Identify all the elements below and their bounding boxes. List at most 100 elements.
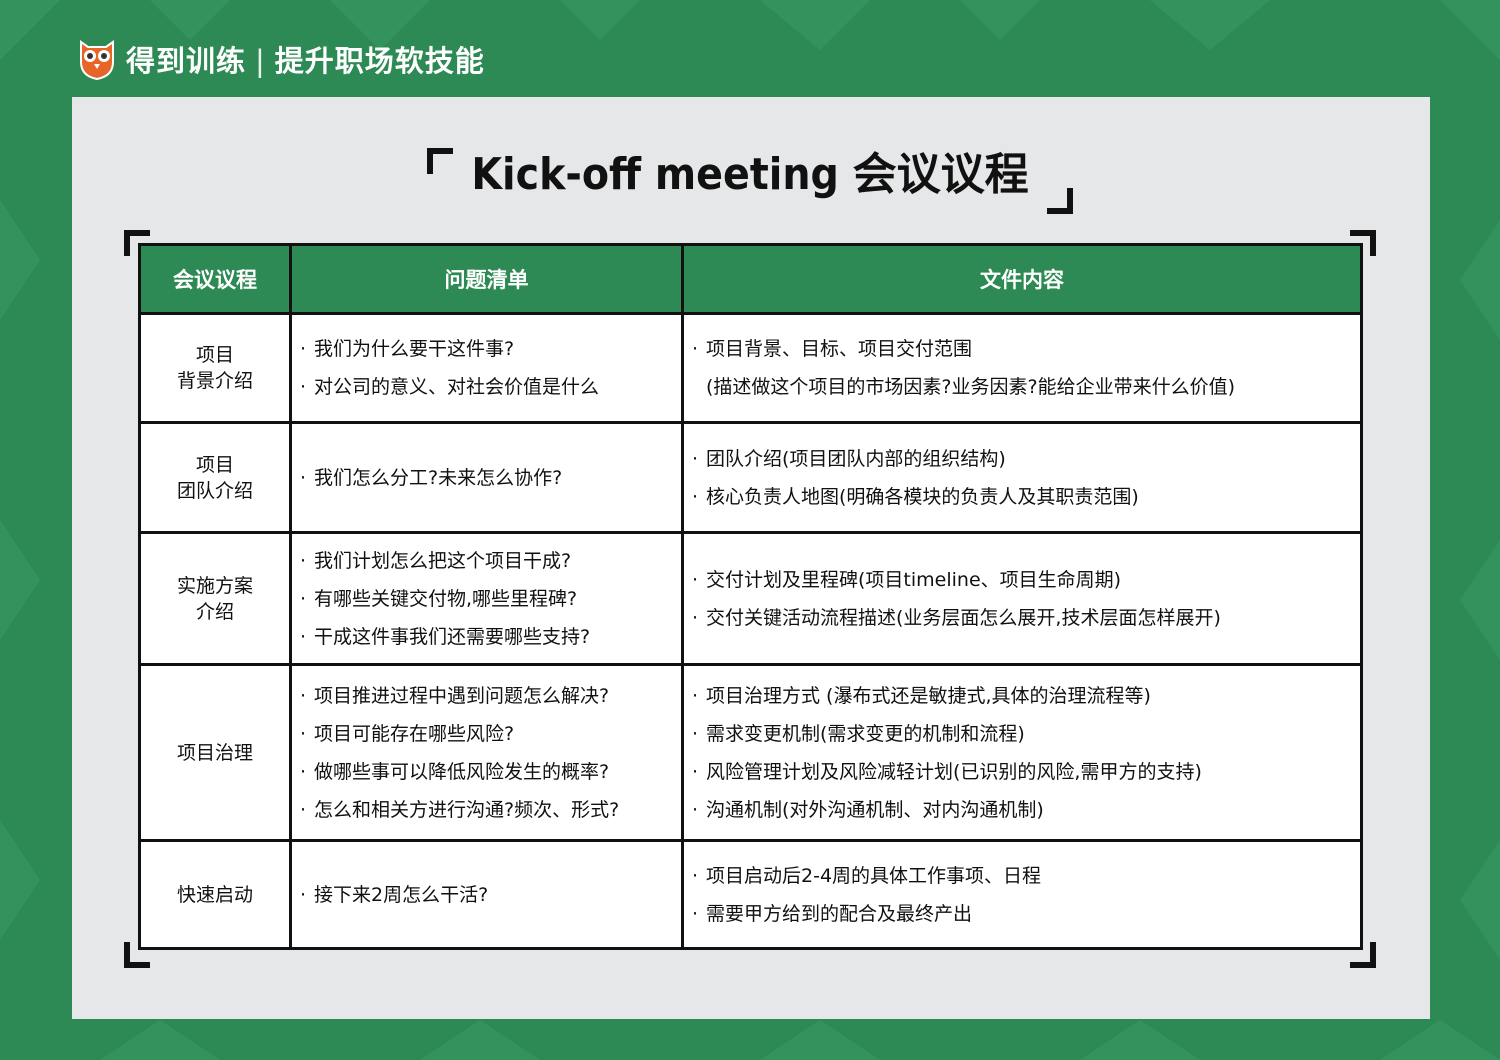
bullet: · <box>300 466 307 489</box>
bullet: · <box>692 684 699 707</box>
agenda-label: 快速启动 <box>176 883 253 906</box>
questions-cell: · 项目推进过程中遇到问题怎么解决? · 项目可能存在哪些风险? · 做哪些事可以降低风险… <box>289 663 684 842</box>
question-text: 做哪些事可以降低风险发生的概率? <box>314 760 610 783</box>
file-item: · 团队介绍(项目团队内部的组织结构) <box>692 440 1360 478</box>
file-item: · 项目治理方式 (瀑布式还是敏捷式,具体的治理流程等) <box>692 677 1360 715</box>
bullet: · <box>692 798 699 821</box>
file-item: · 需求变更机制(需求变更的机制和流程) <box>692 715 1360 753</box>
files-cell: · 项目治理方式 (瀑布式还是敏捷式,具体的治理流程等) · 需求变更机制(需求变更的… <box>681 663 1363 842</box>
file-text: 项目背景、目标、项目交付范围 <box>706 338 973 360</box>
files-cell: · 团队介绍(项目团队内部的组织结构) · 核心负责人地图(明确各模块的负责人及其职责… <box>681 421 1363 534</box>
question-text: 有哪些关键交付物,哪些里程碑? <box>314 587 578 610</box>
file-item: · 项目启动后2-4周的具体工作事项、日程 <box>692 857 1360 895</box>
file-text: 核心负责人地图(明确各模块的负责人及其职责范围) <box>706 485 1139 508</box>
question-text: 我们为什么要干这件事? <box>314 338 515 360</box>
file-item: · 需要甲方给到的配合及最终产出 <box>692 895 1360 933</box>
brand-separator: | <box>255 44 266 78</box>
agenda-label: 实施方案 <box>176 574 253 597</box>
bullet: · <box>300 587 307 610</box>
file-text: 项目启动后2-4周的具体工作事项、日程 <box>706 864 1042 887</box>
question-item: · 对公司的意义、对社会价值是什么 <box>300 368 681 406</box>
bullet: · <box>692 760 699 783</box>
questions-cell: · 我们为什么要干这件事? · 对公司的意义、对社会价值是什么 <box>289 312 684 424</box>
question-text: 怎么和相关方进行沟通?频次、形式? <box>314 798 620 821</box>
file-text: 风险管理计划及风险减轻计划(已识别的风险,需甲方的支持) <box>706 760 1202 783</box>
file-text: 交付关键活动流程描述(业务层面怎么展开,技术层面怎样展开) <box>706 606 1221 629</box>
brand-text: 得到训练 | 提升职场软技能 <box>126 38 485 80</box>
file-text: 需求变更机制(需求变更的机制和流程) <box>706 722 1025 745</box>
question-item: · 我们怎么分工?未来怎么协作? <box>300 459 681 497</box>
question-item: · 接下来2周怎么干活? <box>300 876 681 914</box>
table-row: 实施方案介绍 · 我们计划怎么把这个项目干成? · 有哪些关键交付物,哪些里程碑? · 干成… <box>138 531 1363 666</box>
question-item: · 干成这件事我们还需要哪些支持? <box>300 618 681 656</box>
question-item: · 怎么和相关方进行沟通?频次、形式? <box>300 791 681 829</box>
brand-slogan: 提升职场软技能 <box>274 44 485 78</box>
question-text: 接下来2周怎么干活? <box>314 883 489 906</box>
question-text: 我们计划怎么把这个项目干成? <box>314 549 572 572</box>
bullet: · <box>300 684 307 707</box>
brand-name: 得到训练 <box>126 44 247 78</box>
agenda-label: 背景介绍 <box>176 370 253 392</box>
bullet: · <box>692 606 699 629</box>
question-text: 项目可能存在哪些风险? <box>314 722 515 745</box>
question-item: · 有哪些关键交付物,哪些里程碑? <box>300 580 681 618</box>
file-item: · 项目背景、目标、项目交付范围 <box>692 330 1360 368</box>
agenda-cell: 项目 背景介绍 <box>138 312 292 424</box>
file-text: 项目治理方式 (瀑布式还是敏捷式,具体的治理流程等) <box>706 684 1151 707</box>
column-header-questions: 问题清单 <box>289 243 684 315</box>
bullet: · <box>300 883 307 906</box>
agenda-cell: 项目 团队介绍 <box>138 421 292 534</box>
file-text: 需要甲方给到的配合及最终产出 <box>706 902 973 925</box>
page-title-box: Kick-off meeting 会议议程 <box>427 140 1073 214</box>
file-item: · 沟通机制(对外沟通机制、对内沟通机制) <box>692 791 1360 829</box>
bullet: · <box>692 485 699 508</box>
question-item: · 我们计划怎么把这个项目干成? <box>300 542 681 580</box>
bullet: · <box>692 447 699 470</box>
questions-cell: · 我们怎么分工?未来怎么协作? <box>289 421 684 534</box>
title-bracket-right <box>1046 188 1073 214</box>
table-row: 项目治理 · 项目推进过程中遇到问题怎么解决? · 项目可能存在哪些风险? · 做哪些事可以… <box>138 663 1363 842</box>
question-text: 对公司的意义、对社会价值是什么 <box>314 376 600 398</box>
column-header-files: 文件内容 <box>681 243 1363 315</box>
bullet: · <box>300 760 307 783</box>
bullet: · <box>692 568 699 591</box>
agenda-table: 会议议程 问题清单 文件内容 项目 背景介绍 · 我们为什么要干这件事? · 对公司的意义… <box>138 243 1363 950</box>
file-item: · 风险管理计划及风险减轻计划(已识别的风险,需甲方的支持) <box>692 753 1360 791</box>
table-row: 快速启动 · 接下来2周怎么干活? · 项目启动后2-4周的具体工作事项、日程 · 需要甲方… <box>138 839 1363 950</box>
brand-header: 得到训练 | 提升职场软技能 <box>78 36 485 82</box>
agenda-label: 介绍 <box>195 600 234 623</box>
questions-cell: · 我们计划怎么把这个项目干成? · 有哪些关键交付物,哪些里程碑? · 干成这件事我们还… <box>289 531 684 666</box>
bullet: · <box>300 625 307 648</box>
agenda-cell: 快速启动 <box>138 839 292 950</box>
table-row: 项目背景介绍 · 我们为什么要干这件事? · 对公司的意义、对社会价值是什么 · 项目背景、… <box>138 312 1363 424</box>
question-item: · 项目可能存在哪些风险? <box>300 715 681 753</box>
bullet: · <box>300 338 307 360</box>
owl-logo-icon <box>80 40 114 80</box>
table-header-row: 会议议程 问题清单 文件内容 <box>138 243 1363 315</box>
title-bracket-left <box>427 148 454 174</box>
files-cell: · 项目背景、目标、项目交付范围 (描述做这个项目的市场因素?业务因素?能给企业带来… <box>681 312 1363 424</box>
bullet: · <box>692 338 699 360</box>
file-item: · 交付关键活动流程描述(业务层面怎么展开,技术层面怎样展开) <box>692 599 1360 637</box>
question-item: · 项目推进过程中遇到问题怎么解决? <box>300 677 681 715</box>
bullet: · <box>692 902 699 925</box>
bullet: · <box>300 376 307 398</box>
files-cell: · 项目启动后2-4周的具体工作事项、日程 · 需要甲方给到的配合及最终产出 <box>681 839 1363 950</box>
bullet: · <box>300 722 307 745</box>
bullet: · <box>300 549 307 572</box>
question-text: 我们怎么分工?未来怎么协作? <box>314 466 563 489</box>
agenda-label: 项目治理 <box>176 741 253 764</box>
files-cell: · 交付计划及里程碑(项目timeline、项目生命周期) · 交付关键活动流程描述(… <box>681 531 1363 666</box>
bullet: · <box>692 722 699 745</box>
question-item: · 做哪些事可以降低风险发生的概率? <box>300 753 681 791</box>
file-text: 沟通机制(对外沟通机制、对内沟通机制) <box>706 798 1044 821</box>
agenda-label: 项目 <box>195 344 234 366</box>
title-area: Kick-off meeting 会议议程 <box>0 140 1500 214</box>
bullet: · <box>692 864 699 887</box>
agenda-label: 项目 <box>195 453 234 476</box>
questions-cell: · 接下来2周怎么干活? <box>289 839 684 950</box>
question-item: · 我们为什么要干这件事? <box>300 330 681 368</box>
agenda-cell: 实施方案 介绍 <box>138 531 292 666</box>
file-text: 交付计划及里程碑(项目timeline、项目生命周期) <box>706 568 1122 591</box>
file-text: 团队介绍(项目团队内部的组织结构) <box>706 447 1006 470</box>
